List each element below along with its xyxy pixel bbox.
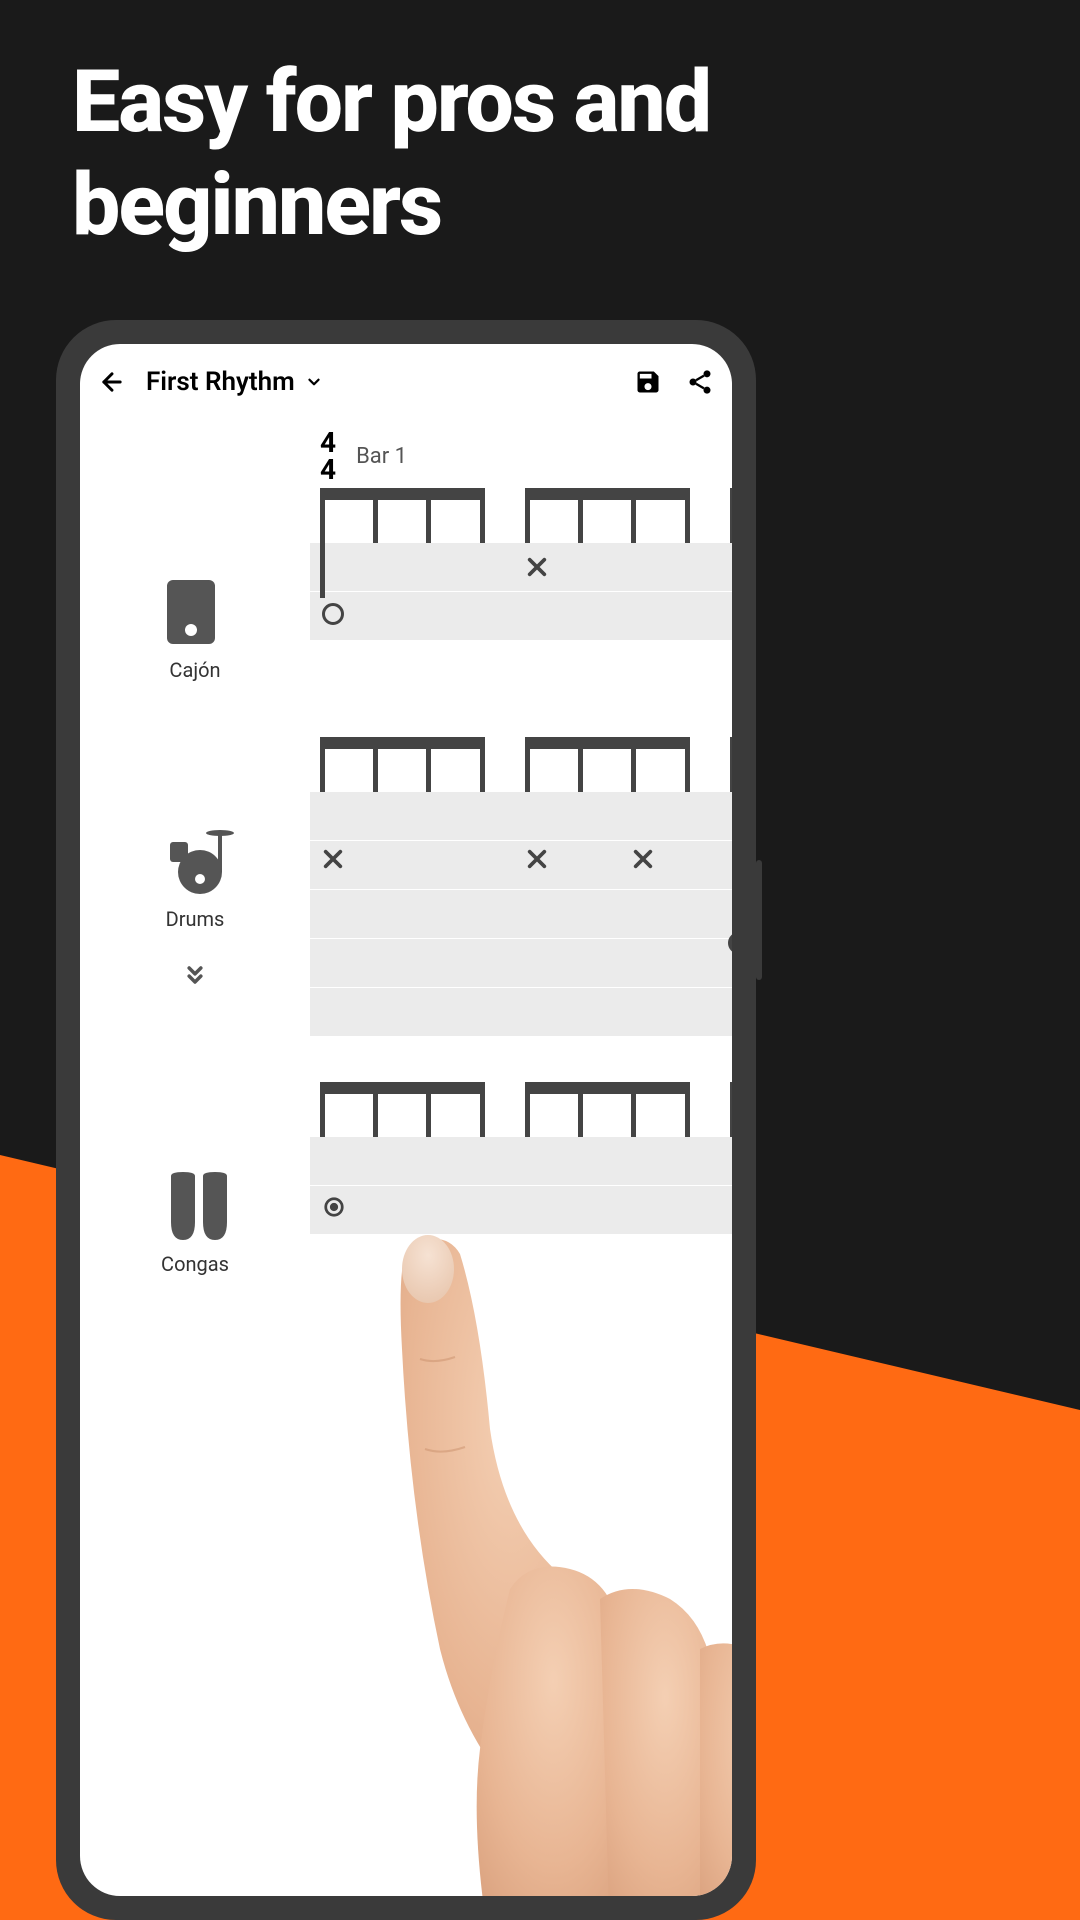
share-icon: [686, 368, 714, 396]
chevron-down-icon: [305, 373, 323, 391]
bar-meta: 4 4 Bar 1: [80, 430, 732, 483]
instrument-congas[interactable]: Congas: [80, 1137, 310, 1276]
instrument-label: Cajón: [169, 658, 220, 682]
beam-row: [310, 1082, 732, 1137]
app-bar: First Rhythm: [80, 344, 732, 420]
instrument-cajon[interactable]: Cajón: [80, 543, 310, 682]
note-x[interactable]: [526, 847, 548, 875]
song-title: First Rhythm: [146, 367, 295, 397]
pointing-hand-illustration: [370, 1229, 732, 1896]
instrument-label: Drums: [166, 907, 225, 931]
beam-row: [310, 488, 732, 543]
beam-row: [310, 737, 732, 792]
phone-side-button: [756, 860, 762, 980]
note-x[interactable]: [632, 847, 654, 875]
instrument-drums[interactable]: Drums: [80, 792, 310, 993]
notation-drums[interactable]: [310, 792, 732, 1037]
timesig-bottom: 4: [320, 457, 336, 484]
notation-cajon[interactable]: [310, 543, 732, 641]
track-row-cajon: Cajón: [80, 543, 732, 682]
save-button[interactable]: [630, 364, 666, 400]
instrument-label: Congas: [161, 1252, 229, 1276]
congas-icon: [165, 1172, 225, 1242]
marketing-headline: Easy for pros and beginners: [72, 50, 1008, 256]
track-row-drums: Drums: [80, 792, 732, 1037]
note-x[interactable]: [322, 847, 344, 875]
back-icon: [98, 368, 126, 396]
phone-frame: First Rhythm 4 4 Bar 1 C: [56, 320, 756, 1920]
note-target[interactable]: [323, 1195, 345, 1223]
save-icon: [634, 368, 662, 396]
phone-screen: First Rhythm 4 4 Bar 1 C: [80, 344, 732, 1896]
cajon-icon: [165, 578, 225, 648]
expand-button[interactable]: [181, 961, 209, 993]
notation-congas[interactable]: [310, 1137, 732, 1235]
share-button[interactable]: [682, 364, 718, 400]
double-chevron-down-icon: [181, 961, 209, 989]
note-x[interactable]: [526, 555, 548, 583]
title-dropdown[interactable]: First Rhythm: [146, 367, 323, 397]
back-button[interactable]: [94, 364, 130, 400]
bar-label: Bar 1: [356, 444, 407, 469]
stem: [320, 493, 325, 598]
drums-icon: [165, 827, 225, 897]
time-signature[interactable]: 4 4: [320, 430, 336, 483]
track-row-congas: Congas: [80, 1137, 732, 1276]
